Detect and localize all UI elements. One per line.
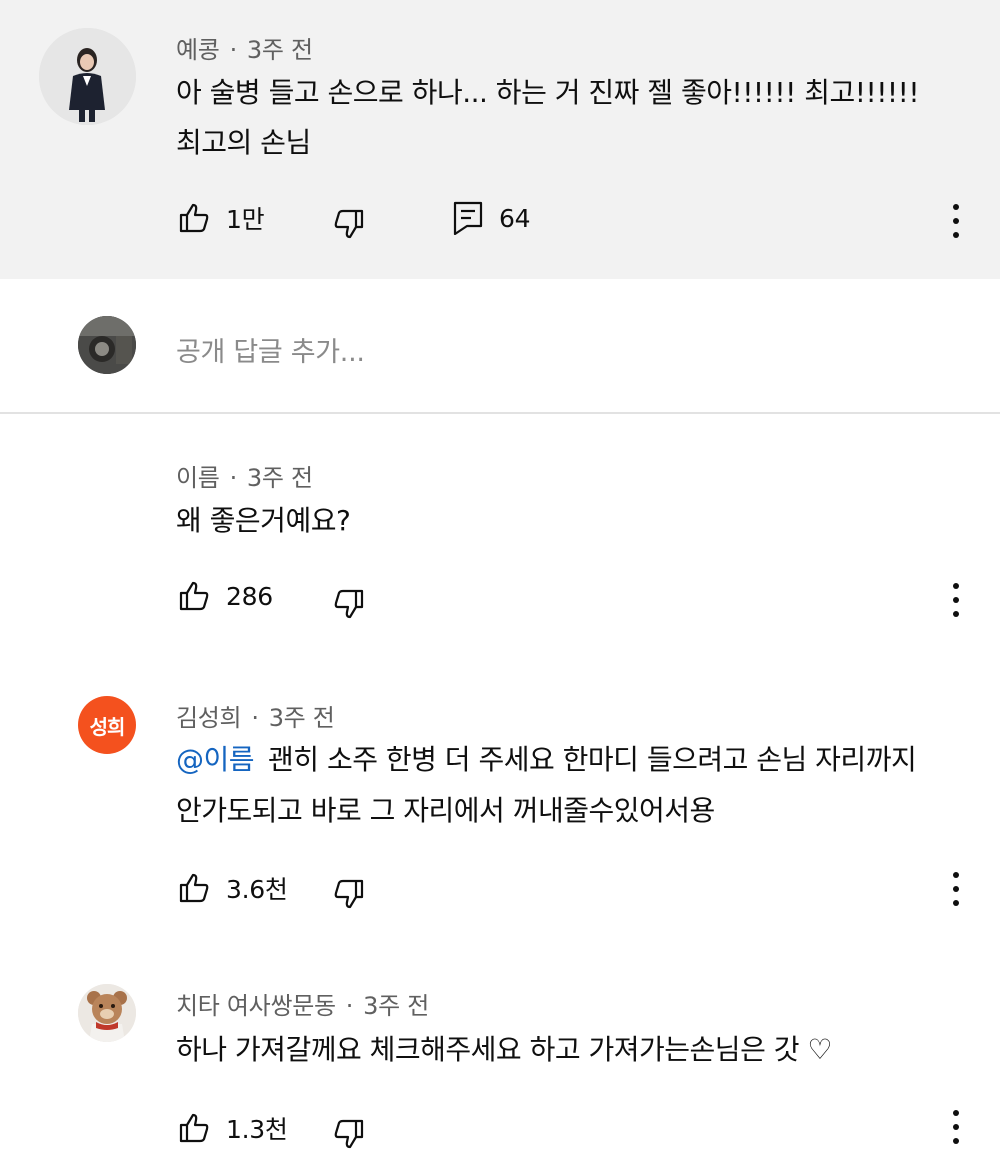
comment-text-line: 아 술병 들고 손으로 하나... 하는 거 진짜 젤 좋아!!!!!! 최고!… — [176, 76, 920, 109]
more-options-button[interactable] — [950, 204, 962, 238]
comment-meta: 이름 · 3주 전 — [176, 464, 313, 492]
reply-composer — [0, 279, 1000, 414]
comment-text-line: 하나 가져갈께요 체크해주세요 하고 가져가는손님은 갓 ♡ — [176, 1033, 833, 1066]
teddy-bear-icon — [78, 984, 136, 1042]
author-name[interactable]: 치타 여사쌍문동 — [176, 992, 336, 1020]
mention-link[interactable]: @이름 — [176, 743, 255, 776]
avatar-initials: 성희 — [89, 714, 126, 739]
avatar[interactable] — [39, 28, 136, 125]
dislike-button[interactable] — [333, 1118, 365, 1150]
thumbs-down-icon — [334, 209, 364, 239]
author-name[interactable]: 예콩 — [176, 36, 220, 64]
add-reply-input[interactable]: 공개 답글 추가... — [176, 330, 365, 369]
comment-text-line: 최고의 손님 — [176, 126, 311, 159]
comment-text-line: 왜 좋은거예요? — [176, 504, 351, 537]
more-vert-icon — [953, 583, 959, 589]
like-count: 1.3천 — [226, 1115, 288, 1144]
like-button[interactable]: 286 — [178, 580, 273, 612]
thumbs-up-icon — [179, 203, 209, 233]
avatar[interactable] — [78, 316, 136, 374]
reply-count: 64 — [499, 203, 531, 233]
like-button[interactable]: 3.6천 — [178, 870, 288, 906]
more-vert-icon — [953, 1110, 959, 1116]
comment-meta: 예콩 · 3주 전 — [176, 36, 313, 64]
user-photo-icon — [78, 316, 136, 374]
author-name[interactable]: 김성희 — [176, 704, 242, 732]
person-photo-icon — [39, 28, 136, 125]
comment-meta: 김성희 · 3주 전 — [176, 704, 335, 732]
avatar[interactable]: 성희 — [78, 696, 136, 754]
comment-icon — [453, 201, 483, 235]
like-button[interactable]: 1만 — [178, 200, 265, 236]
replies-button[interactable]: 64 — [453, 201, 531, 235]
dislike-button[interactable] — [333, 878, 365, 910]
comment-time[interactable]: 3주 전 — [363, 992, 429, 1020]
thumbs-up-icon — [179, 1113, 209, 1143]
comment-time[interactable]: 3주 전 — [247, 36, 313, 64]
avatar[interactable] — [78, 984, 136, 1042]
author-name[interactable]: 이름 — [176, 464, 220, 492]
like-count: 286 — [226, 581, 273, 611]
comment-meta: 치타 여사쌍문동 · 3주 전 — [176, 992, 429, 1020]
more-vert-icon — [953, 204, 959, 210]
comment-time[interactable]: 3주 전 — [247, 464, 313, 492]
comment-text: 괜히 소주 한병 더 주세요 한마디 들으려고 손님 자리까지 — [268, 743, 917, 776]
more-options-button[interactable] — [950, 1110, 962, 1144]
like-button[interactable]: 1.3천 — [178, 1110, 288, 1146]
dislike-button[interactable] — [333, 588, 365, 620]
more-options-button[interactable] — [950, 872, 962, 906]
thumbs-down-icon — [334, 589, 364, 619]
comment-time[interactable]: 3주 전 — [269, 704, 335, 732]
dislike-button[interactable] — [333, 208, 365, 240]
like-count: 1만 — [226, 205, 265, 234]
thumbs-down-icon — [334, 1119, 364, 1149]
thumbs-up-icon — [179, 581, 209, 611]
highlighted-comment: 예콩 · 3주 전 아 술병 들고 손으로 하나... 하는 거 진짜 젤 좋아!!… — [0, 0, 1000, 279]
more-options-button[interactable] — [950, 583, 962, 617]
more-vert-icon — [953, 872, 959, 878]
comment-text-line: 안가도되고 바로 그 자리에서 꺼내줄수있어서용 — [176, 794, 715, 827]
like-count: 3.6천 — [226, 875, 288, 904]
comment-text-line: @이름 괜히 소주 한병 더 주세요 한마디 들으려고 손님 자리까지 — [176, 733, 917, 787]
thumbs-down-icon — [334, 879, 364, 909]
thumbs-up-icon — [179, 873, 209, 903]
